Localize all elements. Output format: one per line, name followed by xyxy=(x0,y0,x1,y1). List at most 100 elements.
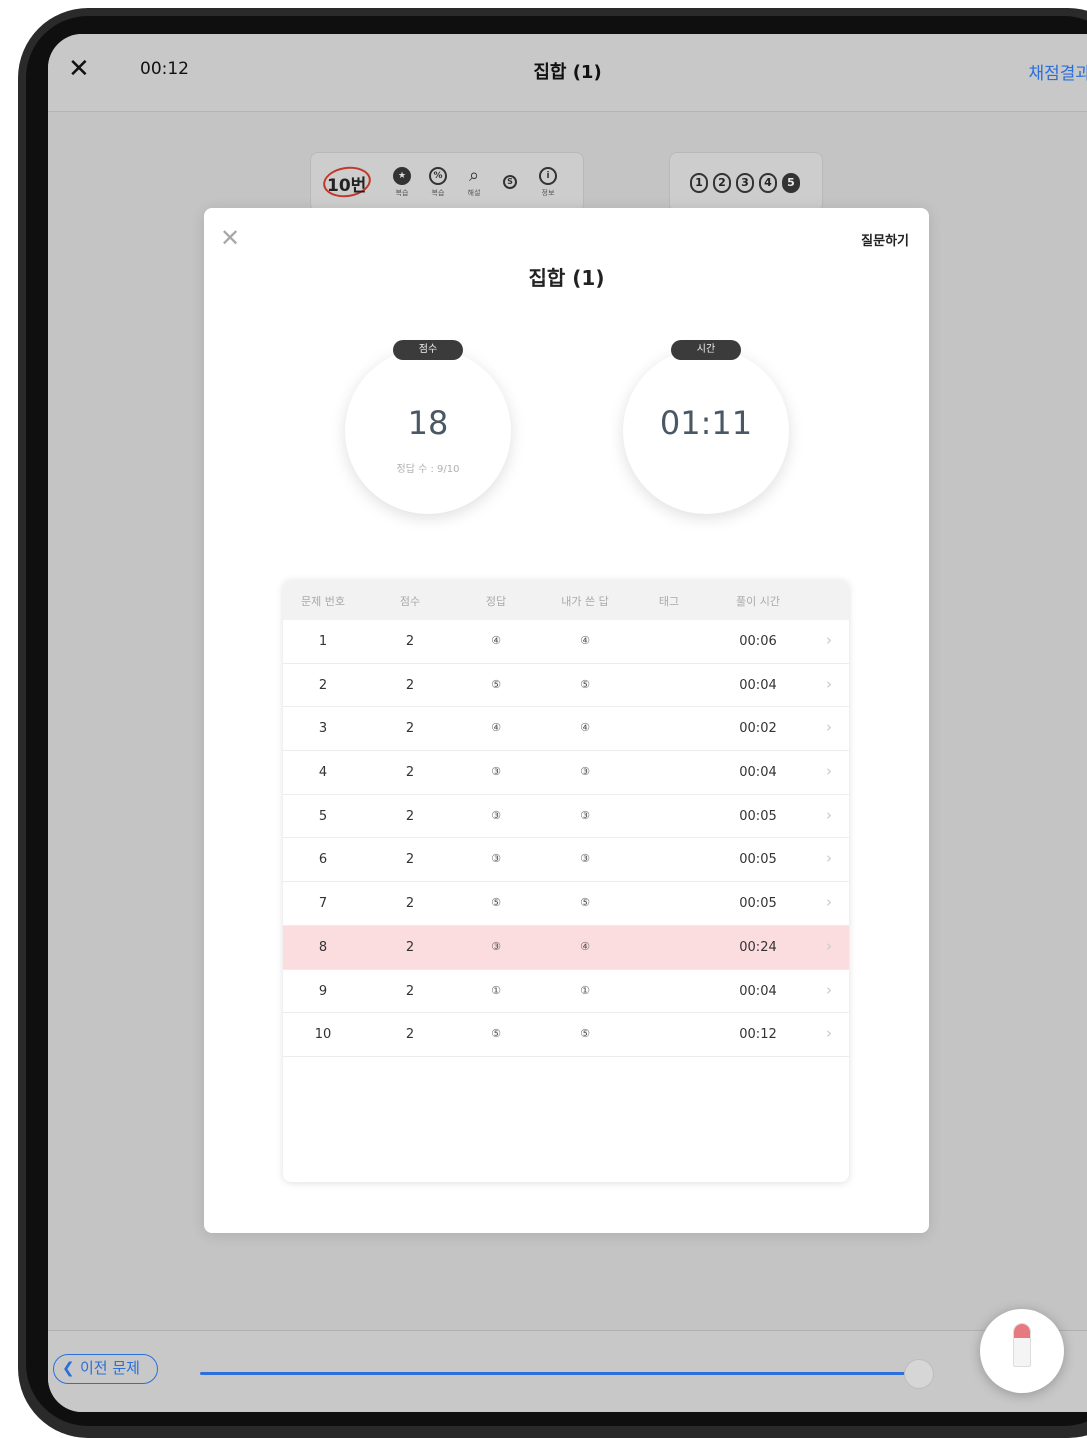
table-body: 1 2 ④ ④ 00:06 › 2 2 ⑤ ⑤ 00:04 › 3 2 ④ ④ 00:02 › 4 2 ③ ③ 00:04 ›… xyxy=(283,620,849,1057)
tool-info[interactable]: i 정보 xyxy=(531,167,565,198)
pencil-tool-button[interactable] xyxy=(980,1309,1064,1393)
cell-answer: ③ xyxy=(491,765,501,779)
chevron-right-icon: › xyxy=(826,631,832,649)
cell-score: 2 xyxy=(405,1027,415,1043)
cell-score: 2 xyxy=(405,808,415,824)
header-number: 문제 번호 xyxy=(301,595,345,608)
chevron-right-icon: › xyxy=(826,893,832,912)
table-row[interactable]: 1 2 ④ ④ 00:06 › xyxy=(283,620,849,664)
cell-score: 2 xyxy=(405,677,415,693)
cell-score: 2 xyxy=(405,765,415,781)
grade-result-link[interactable]: 채점결과 xyxy=(1028,59,1087,84)
cell-time: 00:04 xyxy=(739,677,777,693)
cell-number: 3 xyxy=(318,721,328,737)
cell-score: 2 xyxy=(405,896,415,912)
modal-title: 집합 (1) xyxy=(528,266,605,290)
cell-number: 6 xyxy=(318,852,328,868)
cell-time: 00:05 xyxy=(739,852,777,868)
table-row[interactable]: 7 2 ⑤ ⑤ 00:05 › xyxy=(283,882,849,926)
score-pill: 점수 xyxy=(393,340,463,360)
chevron-right-icon: › xyxy=(826,980,832,999)
tool-label: 복습 xyxy=(395,189,409,197)
chevron-right-icon: › xyxy=(826,674,832,693)
table-row[interactable]: 8 2 ③ ④ 00:24 › xyxy=(283,925,849,970)
cell-number: 10 xyxy=(314,1027,332,1043)
info-icon: i xyxy=(539,167,557,185)
cell-time: 00:02 xyxy=(739,721,777,737)
option-4[interactable]: 4 xyxy=(759,173,777,193)
chevron-right-icon: › xyxy=(826,936,832,955)
close-icon[interactable]: ✕ xyxy=(220,224,240,252)
result-modal: ✕ 질문하기 집합 (1) 점수 18 정답 수 : 9/10 시간 01:11… xyxy=(204,208,929,1233)
pencil-icon xyxy=(1013,1323,1031,1367)
slider-thumb[interactable] xyxy=(904,1359,934,1389)
tool-label: 해설 xyxy=(467,189,481,197)
table-row[interactable]: 4 2 ③ ③ 00:04 › xyxy=(283,751,849,795)
tool-explanation[interactable]: ⌕ 해설 xyxy=(457,167,491,198)
table-row[interactable]: 10 2 ⑤ ⑤ 00:12 › xyxy=(283,1013,849,1057)
option-3[interactable]: 3 xyxy=(736,173,754,193)
ask-question-button[interactable]: 질문하기 xyxy=(861,230,909,249)
tool-label: 정보 xyxy=(541,189,555,197)
cell-my-answer: ⑤ xyxy=(580,896,590,910)
review-icon: % xyxy=(429,167,447,185)
chevron-right-icon: › xyxy=(826,762,832,781)
cell-number: 4 xyxy=(318,765,328,781)
table-row[interactable]: 9 2 ① ① 00:04 › xyxy=(283,970,849,1014)
prev-question-button[interactable]: ❮ 이전 문제 xyxy=(53,1354,158,1384)
cell-number: 2 xyxy=(318,677,328,693)
cell-score: 2 xyxy=(405,721,415,737)
cell-time: 00:04 xyxy=(739,983,777,999)
table-row[interactable]: 3 2 ④ ④ 00:02 › xyxy=(283,707,849,752)
chevron-left-icon: ❮ xyxy=(62,1359,75,1377)
correct-count: 정답 수 : 9/10 xyxy=(396,464,460,475)
cell-my-answer: ① xyxy=(580,983,590,997)
cell-number: 5 xyxy=(318,808,328,824)
cell-my-answer: ③ xyxy=(580,808,590,822)
tool-s[interactable]: S xyxy=(493,175,527,189)
progress-slider[interactable] xyxy=(200,1372,915,1375)
prev-question-label: 이전 문제 xyxy=(80,1359,140,1377)
header-my-answer: 내가 쓴 답 xyxy=(561,595,609,608)
cell-number: 1 xyxy=(318,634,328,649)
cell-answer: ④ xyxy=(491,634,501,647)
header-time: 풀이 시간 xyxy=(736,595,780,608)
cell-number: 9 xyxy=(318,983,328,999)
cell-my-answer: ③ xyxy=(580,852,590,866)
table-row[interactable]: 5 2 ③ ③ 00:05 › xyxy=(283,795,849,839)
time-gauge: 시간 01:11 xyxy=(623,340,789,514)
option-2[interactable]: 2 xyxy=(713,173,731,193)
app-screen: ✕ 00:12 집합 (1) 채점결과 10번 ★ 복습 % 복습 ⌕ 해설 S… xyxy=(48,34,1087,1412)
tool-bookmark[interactable]: ★ 복습 xyxy=(385,167,419,198)
cell-answer: ③ xyxy=(491,939,501,953)
cell-score: 2 xyxy=(405,852,415,868)
cell-score: 2 xyxy=(405,939,415,955)
option-5[interactable]: 5 xyxy=(782,173,800,193)
tool-review[interactable]: % 복습 xyxy=(421,167,455,198)
cell-answer: ③ xyxy=(491,852,501,866)
star-icon: ★ xyxy=(393,167,411,185)
cell-time: 00:06 xyxy=(739,634,777,649)
header-tag: 태그 xyxy=(658,595,680,608)
bottom-bar: ❮ 이전 문제 xyxy=(48,1330,1087,1412)
header-answer: 정답 xyxy=(485,595,507,608)
time-value: 01:11 xyxy=(659,404,753,442)
chevron-right-icon: › xyxy=(826,1024,832,1043)
cell-time: 00:12 xyxy=(739,1027,777,1043)
table-header: 문제 번호 점수 정답 내가 쓴 답 태그 풀이 시간 xyxy=(283,580,849,620)
page-title: 집합 (1) xyxy=(533,62,602,83)
option-1[interactable]: 1 xyxy=(690,173,708,193)
cell-score: 2 xyxy=(405,983,415,999)
header-score: 점수 xyxy=(399,595,421,608)
cell-my-answer: ③ xyxy=(580,765,590,779)
chevron-right-icon: › xyxy=(826,718,832,737)
cell-my-answer: ④ xyxy=(580,634,590,647)
cell-answer: ③ xyxy=(491,808,501,822)
table-row[interactable]: 2 2 ⑤ ⑤ 00:04 › xyxy=(283,664,849,708)
table-row[interactable]: 6 2 ③ ③ 00:05 › xyxy=(283,838,849,883)
cell-number: 8 xyxy=(318,939,328,955)
score-value: 18 xyxy=(407,404,449,442)
tool-label: 복습 xyxy=(431,189,445,197)
cell-answer: ① xyxy=(491,983,501,997)
search-icon: ⌕ xyxy=(468,165,480,186)
